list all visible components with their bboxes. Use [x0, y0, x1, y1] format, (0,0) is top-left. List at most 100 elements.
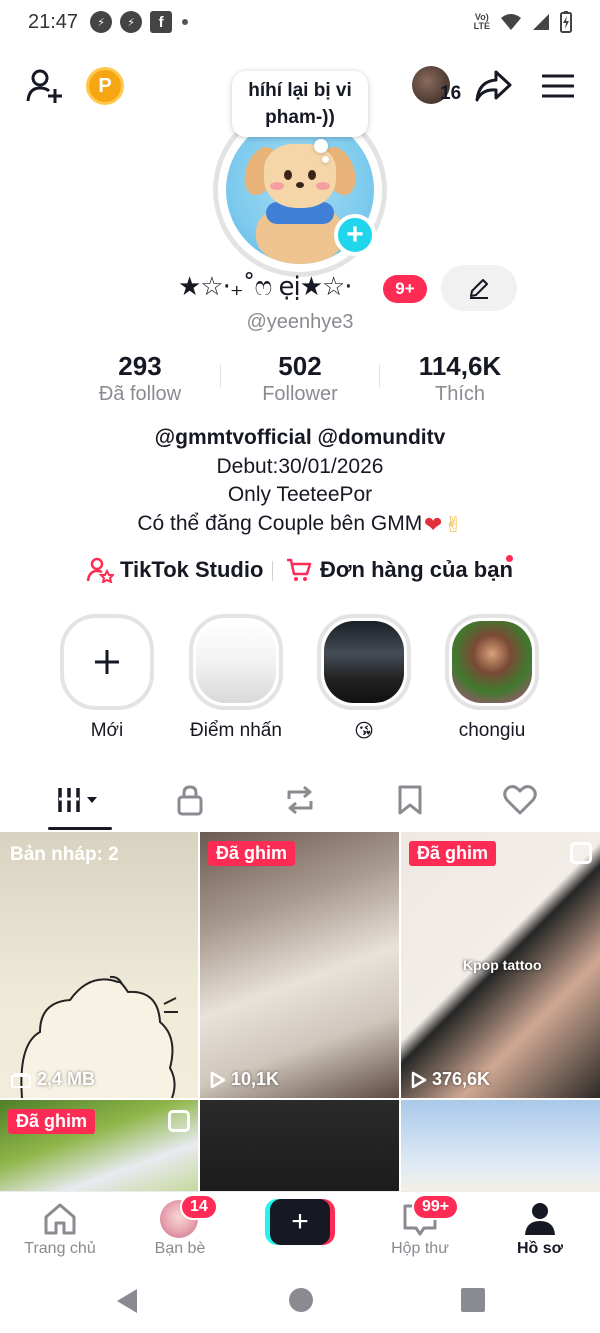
highlight-thumbnail	[324, 621, 404, 703]
highlight-circle	[445, 614, 539, 710]
tab-saved[interactable]	[370, 772, 450, 828]
lock-icon	[177, 785, 203, 816]
name-badge[interactable]: 9+	[383, 275, 427, 303]
display-name: ★☆·₊˚ෆ ẹị★☆·	[178, 272, 353, 302]
tiktok-studio-link[interactable]: TikTok Studio	[86, 555, 263, 585]
draft-size: 2,4 MB	[10, 1069, 95, 1090]
avatar-dog-cheek	[270, 182, 284, 190]
stat-following[interactable]: 293 Đã follow	[60, 350, 220, 410]
stat-value: 114,6K	[418, 351, 502, 381]
cart-icon	[287, 558, 312, 581]
crossed-fingers-emoji-icon: ✌	[444, 511, 463, 537]
nav-label: Hồ sơ	[516, 1240, 564, 1257]
status-bar: 21:47 ⚡ ⚡ f Vo) LTE	[0, 0, 600, 44]
hamburger-menu-icon	[542, 74, 574, 98]
note-line-1: híhí lại bị vi	[248, 80, 352, 101]
nav-friends[interactable]: 14 Bạn bè	[120, 1192, 240, 1270]
drafts-tile[interactable]: Bản nháp: 2 2,4 MB	[0, 832, 198, 1098]
menu-button[interactable]	[536, 64, 580, 108]
inbox-badge: 99+	[412, 1194, 460, 1220]
bio-mentions[interactable]: @gmmtvofficial @domunditv	[0, 424, 600, 453]
create-video-button[interactable]: +	[265, 1199, 335, 1245]
volte-icon: Vo) LTE	[473, 12, 490, 31]
messenger-icon-2: ⚡	[120, 11, 143, 33]
orders-link[interactable]: Đơn hàng của bạn	[286, 555, 513, 585]
avatar-dog-eye	[284, 170, 292, 180]
repost-icon	[287, 785, 313, 815]
bio-line: Only TeeteePor	[227, 483, 373, 506]
tab-liked[interactable]	[480, 772, 560, 828]
share-button[interactable]	[470, 64, 516, 108]
folder-icon	[11, 1072, 31, 1088]
system-navigation-bar	[0, 1269, 600, 1333]
coin-icon[interactable]: P	[86, 67, 124, 105]
profile-stats: 293 Đã follow 502 Follower 114,6K Thích	[60, 350, 540, 410]
facebook-icon: f	[150, 11, 173, 33]
video-tile[interactable]: Đã ghim Kpop tattoo 376,6K	[401, 832, 600, 1098]
orders-label: Đơn hàng của bạn	[320, 557, 513, 582]
video-tile[interactable]	[200, 1100, 399, 1192]
heart-icon	[503, 785, 537, 815]
stat-likes[interactable]: 114,6K Thích	[380, 350, 540, 410]
studio-user-icon	[86, 557, 114, 583]
bio-line-with-emoji: Có thể đăng Couple bên GMM❤✌	[0, 510, 600, 540]
tab-videos[interactable]	[40, 772, 120, 828]
bubble-tail	[314, 139, 328, 153]
stat-value: 293	[118, 351, 162, 381]
highlight-thumbnail	[196, 621, 276, 703]
tab-reposts[interactable]	[260, 772, 340, 828]
highlight-label: Điểm nhấn	[190, 720, 282, 741]
recents-icon[interactable]	[460, 1287, 486, 1313]
add-user-icon	[26, 69, 62, 103]
play-icon	[411, 1071, 427, 1088]
avatar-dog-nose	[296, 182, 304, 188]
content-tabs	[0, 772, 600, 832]
highlight-chongiu[interactable]: chongiu	[437, 614, 547, 742]
story-highlights: Mới Điểm nhấn 😘 chongiu	[0, 614, 600, 754]
heart-emoji-icon: ❤	[423, 511, 443, 537]
draft-size-value: 2,4 MB	[37, 1069, 96, 1089]
stat-divider	[220, 364, 221, 388]
pinned-badge: Đã ghim	[208, 841, 296, 866]
messenger-icon: ⚡	[90, 11, 113, 33]
profile-bio: @gmmtvofficial @domunditv Debut:30/01/20…	[0, 424, 600, 539]
highlight-circle	[60, 614, 154, 710]
add-story-plus-icon[interactable]: +	[334, 214, 376, 256]
nav-label: Bạn bè	[154, 1240, 206, 1257]
stat-label: Đã follow	[98, 383, 182, 405]
profile-note-bubble[interactable]: híhí lại bị vi pham-))	[232, 71, 368, 137]
nav-home[interactable]: Trang chủ	[0, 1192, 120, 1270]
edit-profile-button[interactable]	[441, 265, 517, 311]
pinned-badge: Đã ghim	[409, 841, 497, 866]
stat-followers[interactable]: 502 Follower	[220, 350, 380, 410]
highlight-circle	[189, 614, 283, 710]
nav-inbox[interactable]: 99+ Hộp thư	[360, 1192, 480, 1270]
video-tile[interactable]: Đã ghim 10,1K	[200, 832, 399, 1098]
friends-badge: 14	[180, 1194, 218, 1220]
avatar-dog-cheek	[316, 182, 330, 190]
tiktok-studio-label: TikTok Studio	[120, 557, 264, 582]
highlight-kiss[interactable]: 😘	[309, 614, 419, 743]
home-circle-icon[interactable]	[288, 1287, 314, 1313]
view-count-value: 10,1K	[231, 1069, 280, 1089]
video-grid: Bản nháp: 2 2,4 MB Đã ghim 10,1K Đã ghim…	[0, 832, 600, 1192]
photo-carousel-icon	[570, 842, 592, 864]
video-tile[interactable]	[401, 1100, 600, 1192]
home-icon	[44, 1203, 76, 1235]
wifi-icon	[501, 14, 521, 30]
highlight-thumbnail	[452, 621, 532, 703]
nav-profile[interactable]: Hồ sơ	[480, 1192, 600, 1270]
active-tab-indicator	[48, 827, 112, 830]
highlight-label: 😘	[354, 721, 374, 742]
video-tile[interactable]: Đã ghim	[0, 1100, 198, 1192]
highlight-diem-nhan[interactable]: Điểm nhấn	[181, 614, 291, 742]
bottom-navigation: Trang chủ 14 Bạn bè + 99+ Hộp thư Hồ sơ	[0, 1191, 600, 1269]
highlight-label: Mới	[90, 720, 124, 741]
status-time: 21:47	[28, 10, 79, 33]
highlight-new[interactable]: Mới	[52, 614, 162, 742]
tab-private[interactable]	[150, 772, 230, 828]
back-icon[interactable]	[114, 1287, 140, 1315]
add-friend-button[interactable]	[22, 64, 66, 108]
view-count-value: 376,6K	[432, 1069, 491, 1089]
video-caption: Kpop tattoo	[463, 957, 542, 973]
